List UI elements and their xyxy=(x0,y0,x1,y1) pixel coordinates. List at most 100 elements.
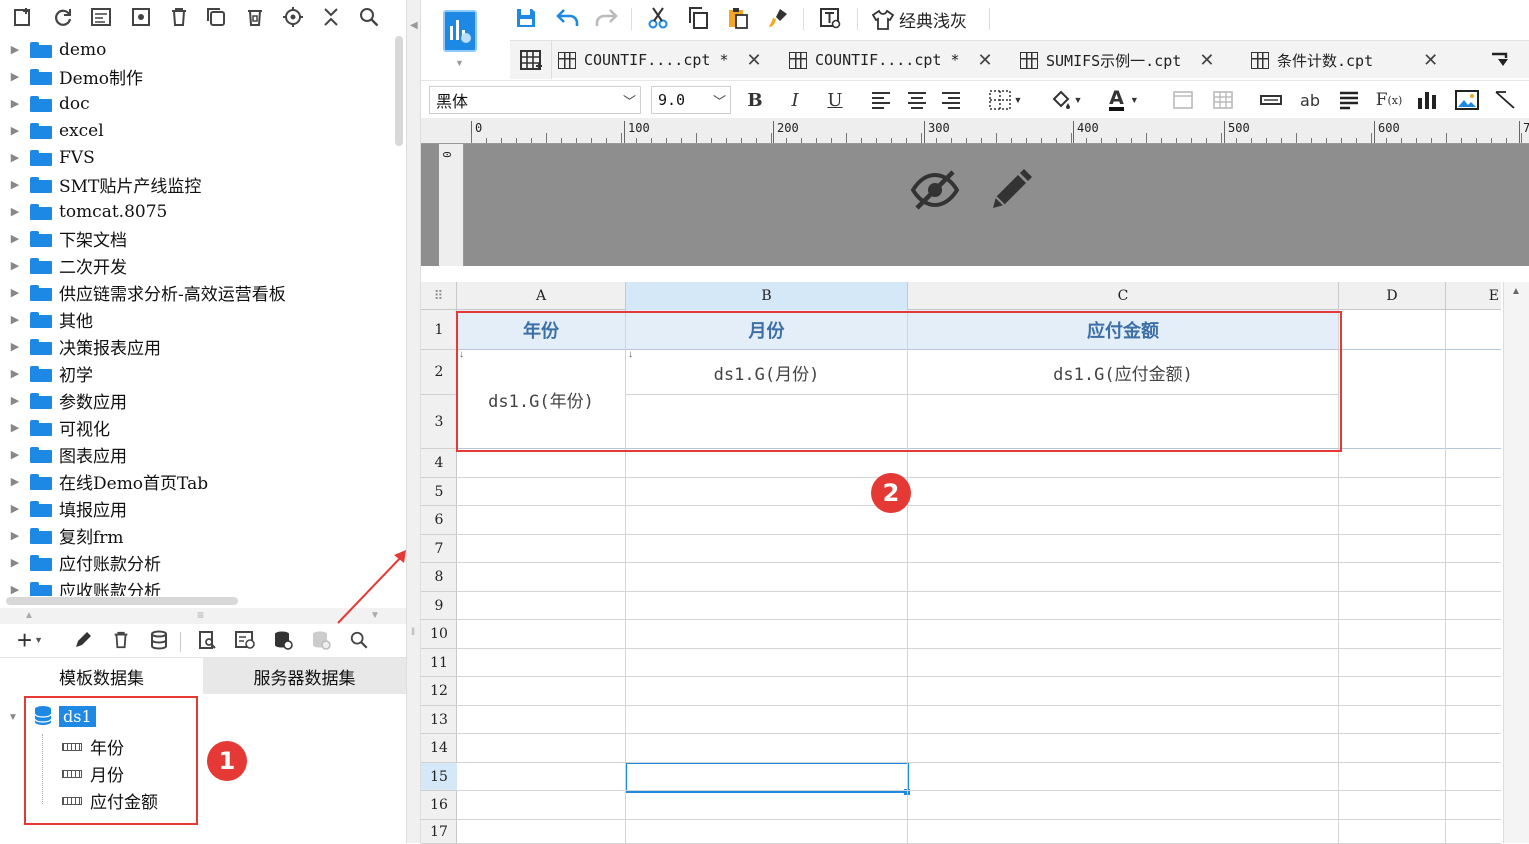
row-header-14[interactable]: 14 xyxy=(421,734,457,763)
chevron-right-icon[interactable]: ▶ xyxy=(0,97,30,110)
dataset-params-icon[interactable] xyxy=(232,627,258,653)
refresh-icon[interactable] xyxy=(50,4,76,30)
tree-folder[interactable]: ▶ excel xyxy=(0,117,392,144)
row-header-13[interactable]: 13 xyxy=(421,706,457,734)
column-header-d[interactable]: D xyxy=(1339,282,1446,310)
theme-button[interactable]: 经典浅灰 xyxy=(871,7,967,32)
tree-horizontal-scrollbar[interactable] xyxy=(6,597,238,605)
border-icon[interactable]: ▼ xyxy=(983,86,1027,114)
tab-list-icon[interactable] xyxy=(1490,51,1510,69)
cut-icon[interactable] xyxy=(645,5,671,31)
tree-folder[interactable]: ▶ 供应链需求分析-高效运营看板 xyxy=(0,279,392,306)
underline-button[interactable]: U xyxy=(823,86,847,114)
tab-template-dataset[interactable]: 模板数据集 xyxy=(0,658,203,694)
hide-icon[interactable] xyxy=(909,164,961,216)
chevron-right-icon[interactable]: ▶ xyxy=(0,205,30,218)
database-icon[interactable] xyxy=(146,627,172,653)
delete-dataset-icon[interactable] xyxy=(108,627,134,653)
tree-folder[interactable]: ▶ 下架文档 xyxy=(0,225,392,252)
chevron-right-icon[interactable]: ▶ xyxy=(0,394,30,407)
tree-folder[interactable]: ▶ 二次开发 xyxy=(0,252,392,279)
tree-folder[interactable]: ▶ 填报应用 xyxy=(0,495,392,522)
tab-file-3[interactable]: SUMIFS示例一.cpt ✕ xyxy=(1020,41,1214,79)
row-header-8[interactable]: 8 xyxy=(421,563,457,592)
row-header-6[interactable]: 6 xyxy=(421,506,457,535)
fill-color-icon[interactable]: ▼ xyxy=(1043,86,1087,114)
locate-icon[interactable] xyxy=(280,4,306,30)
row-header-15[interactable]: 15 xyxy=(421,763,457,791)
row-header-9[interactable]: 9 xyxy=(421,592,457,620)
column-header-a[interactable]: A xyxy=(457,282,626,310)
tree-folder[interactable]: ▶ doc xyxy=(0,90,392,117)
expand-icon[interactable]: ▼ xyxy=(8,712,18,723)
chevron-right-icon[interactable]: ▶ xyxy=(0,529,30,542)
chevron-right-icon[interactable]: ▶ xyxy=(0,421,30,434)
edit-header-icon[interactable] xyxy=(987,166,1035,214)
chevron-right-icon[interactable]: ▶ xyxy=(0,583,30,596)
chevron-right-icon[interactable]: ▶ xyxy=(0,502,30,515)
row-header-11[interactable]: 11 xyxy=(421,649,457,677)
collapse-icon[interactable] xyxy=(318,4,344,30)
copy-cells-icon[interactable] xyxy=(685,5,711,31)
collapse-left-icon[interactable]: ◀ xyxy=(410,20,418,31)
chevron-right-icon[interactable]: ▶ xyxy=(0,232,30,245)
chevron-right-icon[interactable]: ▶ xyxy=(0,286,30,299)
tab-server-dataset[interactable]: 服务器数据集 xyxy=(203,658,406,694)
tree-folder[interactable]: ▶ Demo制作 xyxy=(0,63,392,90)
undo-icon[interactable] xyxy=(555,5,581,31)
tree-folder[interactable]: ▶ 决策报表应用 xyxy=(0,333,392,360)
text-tool-icon[interactable] xyxy=(817,5,843,31)
format-painter-icon[interactable] xyxy=(765,5,791,31)
chevron-right-icon[interactable]: ▶ xyxy=(0,313,30,326)
collapse-up-icon[interactable]: ▲ xyxy=(24,610,34,621)
column-header-e[interactable]: E xyxy=(1446,282,1501,310)
tab-file-2[interactable]: COUNTIF....cpt * ✕ xyxy=(789,41,993,79)
tree-folder[interactable]: ▶ 初学 xyxy=(0,360,392,387)
tree-folder[interactable]: ▶ 图表应用 xyxy=(0,441,392,468)
chevron-right-icon[interactable]: ▶ xyxy=(0,475,30,488)
chevron-right-icon[interactable]: ▶ xyxy=(0,448,30,461)
row-header-12[interactable]: 12 xyxy=(421,677,457,706)
chevron-right-icon[interactable]: ▶ xyxy=(0,43,30,56)
text-field-icon[interactable] xyxy=(1259,86,1283,114)
slash-cell-icon[interactable] xyxy=(1493,86,1517,114)
tree-folder[interactable]: ▶ 其他 xyxy=(0,306,392,333)
column-header-c[interactable]: C xyxy=(908,282,1339,310)
row-header-17[interactable]: 17 xyxy=(421,820,457,844)
tree-folder[interactable]: ▶ FVS xyxy=(0,144,392,171)
selected-cell-b15[interactable] xyxy=(625,762,909,793)
font-size-select[interactable]: 9.0 ﹀ xyxy=(651,86,731,114)
select-all-icon[interactable]: ⠿ xyxy=(421,282,457,310)
align-center-icon[interactable] xyxy=(905,86,929,114)
chevron-right-icon[interactable]: ▶ xyxy=(0,151,30,164)
tab-file-1[interactable]: COUNTIF....cpt * ✕ xyxy=(558,41,762,79)
copy-icon[interactable] xyxy=(203,4,229,30)
row-header-2[interactable]: 2 xyxy=(421,350,457,395)
tree-folder[interactable]: ▶ 参数应用 xyxy=(0,387,392,414)
chevron-right-icon[interactable]: ▶ xyxy=(0,178,30,191)
chevron-right-icon[interactable]: ▶ xyxy=(0,70,30,83)
sheet-grid-icon[interactable] xyxy=(510,41,552,79)
tree-vertical-scrollbar[interactable] xyxy=(395,36,403,146)
chevron-right-icon[interactable]: ▶ xyxy=(0,367,30,380)
tree-folder[interactable]: ▶ tomcat.8075 xyxy=(0,198,392,225)
chevron-right-icon[interactable]: ▶ xyxy=(0,556,30,569)
row-header-4[interactable]: 4 xyxy=(421,449,457,478)
save-icon[interactable] xyxy=(513,5,539,31)
delete-icon[interactable] xyxy=(166,4,192,30)
chevron-right-icon[interactable]: ▶ xyxy=(0,124,30,137)
server-dataset-icon[interactable] xyxy=(270,627,296,653)
row-header-7[interactable]: 7 xyxy=(421,535,457,563)
rich-text-icon[interactable] xyxy=(1337,86,1361,114)
tree-folder[interactable]: ▶ 可视化 xyxy=(0,414,392,441)
image-icon[interactable] xyxy=(1455,86,1479,114)
close-icon[interactable]: ✕ xyxy=(1423,50,1438,71)
drag-handle-icon[interactable]: ≡ xyxy=(197,608,204,622)
bold-button[interactable]: B xyxy=(743,86,767,114)
preview-icon[interactable] xyxy=(194,627,220,653)
formula-icon[interactable]: F (x) xyxy=(1375,86,1403,114)
font-color-icon[interactable]: A ▼ xyxy=(1101,86,1147,114)
scroll-up-icon[interactable]: ▲ xyxy=(1511,286,1521,297)
new-template-icon[interactable] xyxy=(10,4,36,30)
tree-folder[interactable]: ▶ SMT贴片产线监控 xyxy=(0,171,392,198)
